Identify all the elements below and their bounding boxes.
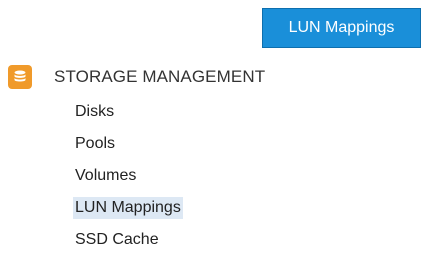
storage-management-header[interactable]: STORAGE MANAGEMENT <box>7 62 407 92</box>
menu-item-disks[interactable]: Disks <box>73 96 407 128</box>
storage-management-menu: Disks Pools Volumes LUN Mappings SSD Cac… <box>7 96 407 256</box>
storage-navigation-panel: LUN Mappings STORAGE MANAGEMENT Disks Po… <box>0 0 429 260</box>
menu-item-label: Disks <box>75 103 115 120</box>
menu-item-pools[interactable]: Pools <box>73 128 407 160</box>
menu-item-label: Volumes <box>75 167 137 184</box>
menu-item-ssd-cache[interactable]: SSD Cache <box>73 224 407 256</box>
section-title: STORAGE MANAGEMENT <box>54 67 266 86</box>
menu-item-label: LUN Mappings <box>73 197 183 219</box>
tab-lun-mappings[interactable]: LUN Mappings <box>262 8 421 48</box>
menu-item-label: SSD Cache <box>75 231 159 248</box>
database-stack-icon <box>14 70 26 82</box>
menu-item-label: Pools <box>75 135 116 152</box>
menu-item-lun-mappings[interactable]: LUN Mappings <box>73 192 407 224</box>
storage-icon <box>8 65 32 89</box>
menu-item-volumes[interactable]: Volumes <box>73 160 407 192</box>
storage-management-section: STORAGE MANAGEMENT Disks Pools Volumes L… <box>7 62 407 256</box>
